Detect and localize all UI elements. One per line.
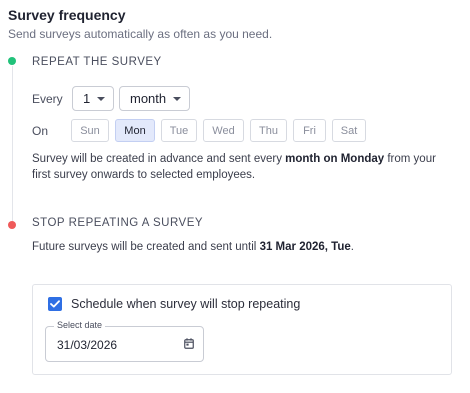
schedule-stop-label[interactable]: Schedule when survey will stop repeating — [71, 297, 300, 311]
start-dot-icon — [8, 57, 16, 65]
repeat-unit-select[interactable]: month — [119, 86, 190, 111]
section-title: Survey frequency — [8, 7, 126, 23]
stop-heading: STOP REPEATING A SURVEY — [32, 217, 204, 229]
date-field-value: 31/03/2026 — [57, 338, 118, 352]
date-field-label: Select date — [54, 320, 106, 330]
on-label: On — [32, 124, 49, 138]
stop-dot-icon — [8, 221, 16, 229]
day-sun-button[interactable]: Sun — [71, 119, 109, 142]
stop-date-field[interactable]: Select date 31/03/2026 — [45, 320, 204, 362]
section-subtitle: Send surveys automatically as often as y… — [8, 27, 273, 41]
repeat-unit-value: month — [130, 91, 167, 106]
every-label: Every — [32, 92, 63, 106]
checkmark-icon — [50, 300, 60, 308]
repeat-description: Survey will be created in advance and se… — [32, 153, 436, 181]
repeat-heading: REPEAT THE SURVEY — [32, 56, 162, 68]
day-thu-button[interactable]: Thu — [250, 119, 287, 142]
calendar-icon[interactable] — [184, 338, 194, 349]
repeat-summary: month on Monday — [285, 153, 385, 165]
day-wed-button[interactable]: Wed — [203, 119, 244, 142]
repeat-count-value: 1 — [83, 91, 91, 106]
stop-schedule-card: Schedule when survey will stop repeating… — [32, 284, 452, 375]
chevron-down-icon — [173, 97, 181, 101]
weekday-picker: Sun Mon Tue Wed Thu Fri Sat — [71, 119, 366, 142]
repeat-count-select[interactable]: 1 — [72, 86, 114, 111]
schedule-stop-checkbox[interactable] — [48, 297, 62, 311]
day-tue-button[interactable]: Tue — [161, 119, 197, 142]
stop-date-summary: 31 Mar 2026, Tue — [259, 241, 351, 253]
day-fri-button[interactable]: Fri — [293, 119, 326, 142]
stop-description: Future surveys will be created and sent … — [32, 241, 354, 253]
day-sat-button[interactable]: Sat — [332, 119, 366, 142]
chevron-down-icon — [97, 97, 105, 101]
timeline-line — [12, 66, 13, 222]
day-mon-button[interactable]: Mon — [115, 119, 155, 142]
